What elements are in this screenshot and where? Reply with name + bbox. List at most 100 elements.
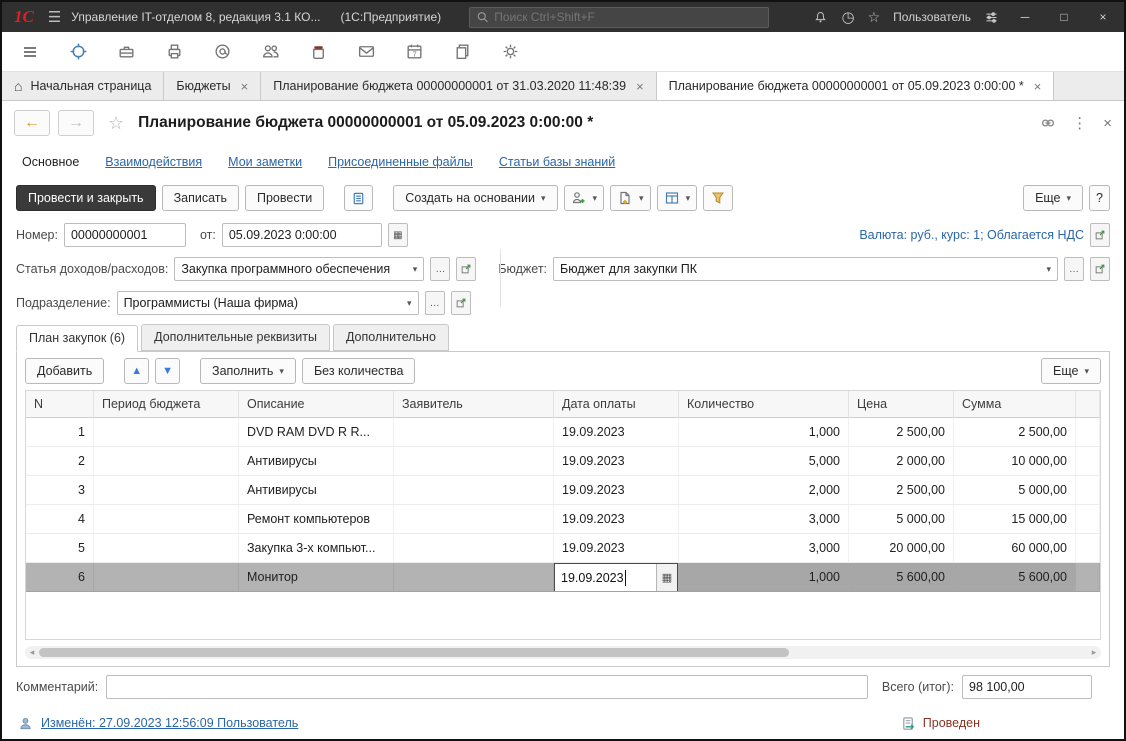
cell-price[interactable]: 2 500,00 (849, 476, 954, 505)
cell-period[interactable] (94, 418, 239, 447)
reports-button[interactable]: ▾ (657, 185, 698, 211)
department-open-button[interactable] (451, 291, 471, 315)
tab-home[interactable]: ⌂ Начальная страница (2, 72, 164, 100)
col-period[interactable]: Период бюджета (94, 391, 239, 418)
col-applicant[interactable]: Заявитель (394, 391, 554, 418)
cell-description[interactable]: Монитор (239, 563, 394, 592)
department-choose-button[interactable]: … (425, 291, 445, 315)
cell-sum[interactable]: 10 000,00 (954, 447, 1076, 476)
cell-period[interactable] (94, 476, 239, 505)
cell-sum[interactable]: 15 000,00 (954, 505, 1076, 534)
chevron-down-icon[interactable]: ▾ (405, 298, 414, 309)
services-icon[interactable] (114, 40, 138, 64)
cell-n[interactable]: 2 (26, 447, 94, 476)
cell-description[interactable]: Ремонт компьютеров (239, 505, 394, 534)
expense-item-choose-button[interactable]: … (430, 257, 450, 281)
gear-icon[interactable] (498, 40, 522, 64)
mail-icon[interactable] (354, 40, 378, 64)
budget-choose-button[interactable]: … (1064, 257, 1084, 281)
cell-applicant[interactable] (394, 505, 554, 534)
tab-close-icon[interactable]: × (1032, 79, 1042, 94)
cell-price[interactable]: 5 000,00 (849, 505, 954, 534)
cell-price[interactable]: 2 000,00 (849, 447, 954, 476)
tab-budget-plan-current[interactable]: Планирование бюджета 00000000001 от 05.0… (657, 72, 1055, 100)
search-input[interactable] (494, 10, 762, 24)
scroll-right-icon[interactable]: ▸ (1089, 647, 1099, 658)
save-button[interactable]: Записать (162, 185, 239, 211)
scrollbar-thumb[interactable] (39, 648, 789, 657)
nav-main[interactable]: Основное (22, 155, 79, 169)
department-input[interactable] (124, 292, 405, 314)
back-button[interactable]: ← (14, 110, 50, 136)
more-actions-kebab-icon[interactable]: ⋮ (1072, 114, 1087, 132)
col-quantity[interactable]: Количество (679, 391, 849, 418)
user-name[interactable]: Пользователь (893, 10, 971, 24)
cell-description[interactable]: DVD RAM DVD R R... (239, 418, 394, 447)
tab-purchase-plan[interactable]: План закупок (6) (16, 325, 138, 352)
horizontal-scrollbar[interactable]: ◂ ▸ (25, 646, 1101, 659)
favorites-star-icon[interactable]: ☆ (868, 9, 881, 26)
post-button[interactable]: Провести (245, 185, 324, 211)
cell-pay-date[interactable]: 19.09.2023 (554, 476, 679, 505)
cell-sum[interactable]: 5 000,00 (954, 476, 1076, 505)
tab-additional-attributes[interactable]: Дополнительные реквизиты (141, 324, 330, 351)
settings-sliders-icon[interactable] (984, 10, 999, 25)
tab-close-icon[interactable]: × (239, 79, 249, 94)
filter-structure-button[interactable] (703, 185, 733, 211)
cell-n[interactable]: 5 (26, 534, 94, 563)
cell-pay-date[interactable]: 19.09.2023 (554, 447, 679, 476)
notifications-bell-icon[interactable] (813, 10, 828, 25)
cell-n[interactable]: 4 (26, 505, 94, 534)
maximize-button[interactable]: □ (1051, 10, 1077, 24)
create-file-button[interactable]: ▾ (610, 185, 651, 211)
move-up-button[interactable]: ▲ (124, 358, 149, 384)
forward-button[interactable]: → (58, 110, 94, 136)
cell-price[interactable]: 2 500,00 (849, 418, 954, 447)
cell-period[interactable] (94, 447, 239, 476)
col-pay-date[interactable]: Дата оплаты (554, 391, 679, 418)
cell-price[interactable]: 5 600,00 (849, 563, 954, 592)
date-input[interactable] (229, 224, 377, 246)
chevron-down-icon[interactable]: ▾ (411, 264, 420, 275)
cell-quantity[interactable]: 1,000 (679, 418, 849, 447)
document-register-button[interactable] (344, 185, 373, 211)
sections-menu-icon[interactable] (18, 40, 42, 64)
col-sum[interactable]: Сумма (954, 391, 1076, 418)
tab-budgets[interactable]: Бюджеты × (164, 72, 261, 100)
modified-info-link[interactable]: Изменён: 27.09.2023 12:56:09 Пользовател… (41, 716, 298, 730)
cell-description[interactable]: Антивирусы (239, 447, 394, 476)
col-price[interactable]: Цена (849, 391, 954, 418)
help-button[interactable]: ? (1089, 185, 1110, 211)
employees-icon[interactable] (258, 40, 282, 64)
nav-attached-files[interactable]: Присоединенные файлы (328, 155, 473, 169)
cell-sum[interactable]: 60 000,00 (954, 534, 1076, 563)
calendar-picker-icon[interactable]: ▦ (656, 564, 677, 591)
cell-quantity[interactable]: 3,000 (679, 534, 849, 563)
tab-close-icon[interactable]: × (634, 79, 644, 94)
pay-date-editor[interactable]: 19.09.2023 ▦ (554, 563, 678, 592)
cell-n[interactable]: 1 (26, 418, 94, 447)
tab-additional[interactable]: Дополнительно (333, 324, 449, 351)
move-down-button[interactable]: ▼ (155, 358, 180, 384)
cell-n[interactable]: 3 (26, 476, 94, 505)
without-quantity-button[interactable]: Без количества (302, 358, 416, 384)
cell-period[interactable] (94, 505, 239, 534)
post-and-close-button[interactable]: Провести и закрыть (16, 185, 156, 211)
expense-item-input[interactable] (181, 258, 410, 280)
favorite-star-icon[interactable]: ☆ (108, 113, 124, 134)
close-window-button[interactable]: × (1090, 10, 1116, 24)
minimize-button[interactable]: ─ (1012, 10, 1038, 24)
cell-applicant[interactable] (394, 447, 554, 476)
tab-budget-plan-old[interactable]: Планирование бюджета 00000000001 от 31.0… (261, 72, 656, 100)
date-calendar-icon[interactable]: ▦ (388, 223, 408, 247)
currency-info-link[interactable]: Валюта: руб., курс: 1; Облагается НДС (859, 228, 1084, 242)
cell-applicant[interactable] (394, 476, 554, 505)
nav-my-notes[interactable]: Мои заметки (228, 155, 302, 169)
calendar-icon[interactable]: 7 (402, 40, 426, 64)
cell-period[interactable] (94, 563, 239, 592)
chevron-down-icon[interactable]: ▾ (1044, 264, 1053, 275)
col-description[interactable]: Описание (239, 391, 394, 418)
cell-quantity[interactable]: 1,000 (679, 563, 849, 592)
nav-knowledge-base[interactable]: Статьи базы знаний (499, 155, 615, 169)
cell-pay-date[interactable]: 19.09.2023 (554, 534, 679, 563)
